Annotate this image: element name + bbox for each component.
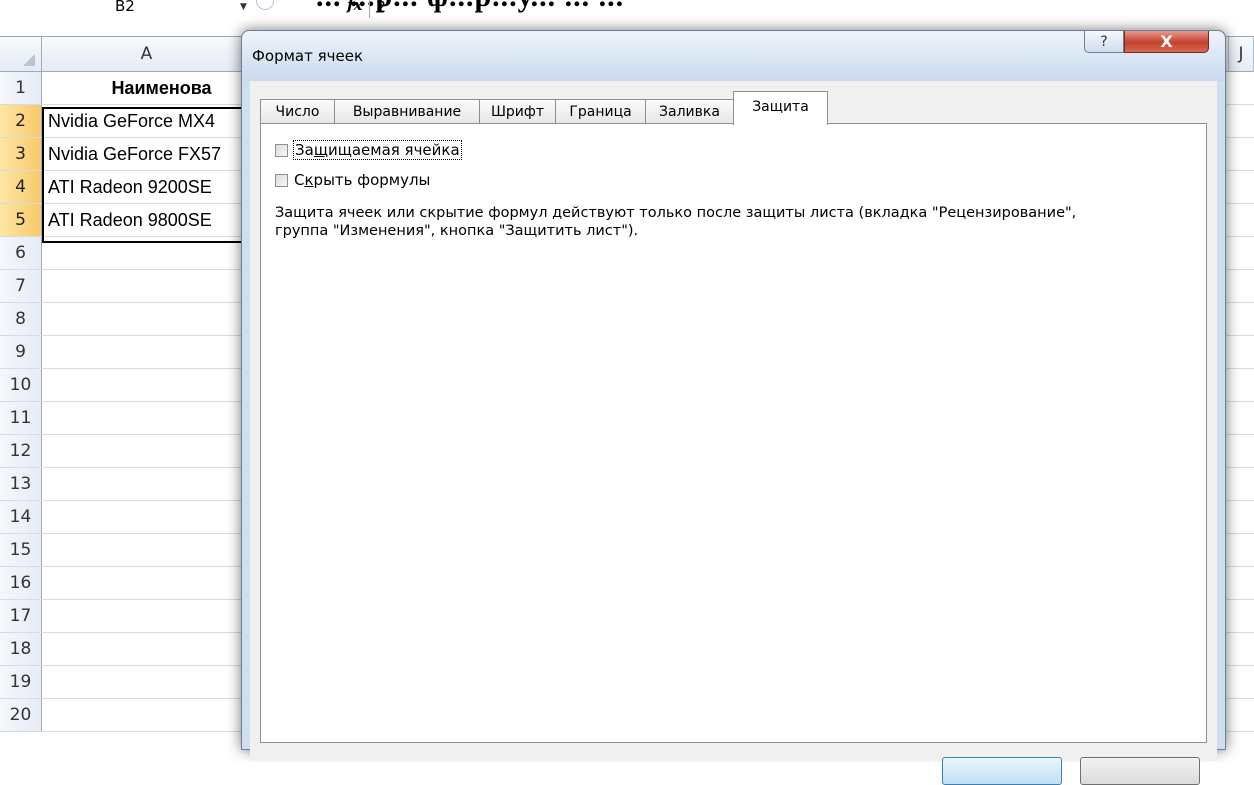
row-header[interactable]: 7 [0,270,42,302]
protected-cell-checkbox[interactable] [275,143,288,157]
row-header[interactable]: 16 [0,567,42,599]
tab-number[interactable]: Число [260,99,335,124]
cell-a[interactable] [42,600,242,632]
column-header-a[interactable]: A [42,37,252,72]
formula-bar-separator [369,0,370,18]
protected-cell-label-rest: ищаемая ячейка [327,141,460,159]
cell-a[interactable]: Nvidia GeForce MX4 [42,105,242,137]
row-header[interactable]: 5 [0,204,42,236]
row-header[interactable]: 20 [0,699,42,731]
formula-bar-expand-icon[interactable] [256,0,274,10]
tab-protection[interactable]: Защита [733,91,828,125]
protection-info-text: Защита ячеек или скрытие формул действую… [275,204,1175,240]
row-header[interactable]: 1 [0,72,42,104]
tab-font[interactable]: Шрифт [479,99,556,124]
hide-formulas-checkbox[interactable] [275,173,288,187]
row-header[interactable]: 11 [0,402,42,434]
cell-a[interactable] [42,237,242,269]
tab-border[interactable]: Граница [555,99,646,124]
hide-formulas-mnemonic: к [304,171,314,189]
cell-a[interactable] [42,699,242,731]
row-header[interactable]: 4 [0,171,42,203]
hide-formulas-label-text: С [294,171,305,189]
select-all-icon [23,54,35,66]
protected-cell-label[interactable]: Защищаемая ячейка [293,140,462,160]
row-header[interactable]: 13 [0,468,42,500]
protection-panel: Защищаемая ячейка Скрыть формулы Защита … [260,123,1207,743]
protected-cell-option[interactable]: Защищаемая ячейка [275,140,462,160]
close-button[interactable]: X [1124,31,1209,53]
cell-a[interactable] [42,534,242,566]
cell-a[interactable] [42,270,242,302]
row-header[interactable]: 8 [0,303,42,335]
row-header[interactable]: 10 [0,369,42,401]
row-header[interactable]: 14 [0,501,42,533]
protected-cell-label-text: За [295,141,314,159]
row-header[interactable]: 18 [0,633,42,665]
cell-a[interactable] [42,303,242,335]
formula-input[interactable]: 2 [376,0,386,16]
format-cells-dialog: Формат ячеек ? X Число Выравнивание Шриф… [241,30,1226,785]
protected-cell-mnemonic: щ [313,141,328,159]
protection-info-line-2: группа "Изменения", кнопка "Защитить лис… [275,223,639,239]
name-box[interactable]: B2 [115,0,135,15]
cell-a[interactable] [42,402,242,434]
tab-alignment[interactable]: Выравнивание [334,99,480,124]
cancel-button[interactable] [1080,757,1200,785]
row-header[interactable]: 12 [0,435,42,467]
cell-a[interactable] [42,435,242,467]
select-all-button[interactable] [0,37,42,72]
cell-a[interactable] [42,336,242,368]
row-header[interactable]: 19 [0,666,42,698]
cell-a[interactable] [42,666,242,698]
row-header[interactable]: 9 [0,336,42,368]
hide-formulas-label[interactable]: Скрыть формулы [294,171,430,189]
cell-a[interactable] [42,567,242,599]
cell-a[interactable]: ATI Radeon 9200SE [42,171,242,203]
row-header[interactable]: 15 [0,534,42,566]
protection-info-line-1: Защита ячеек или скрытие формул действую… [275,205,1077,221]
row-header[interactable]: 17 [0,600,42,632]
column-header-j[interactable]: J [1228,37,1254,72]
row-header[interactable]: 2 [0,105,42,137]
dialog-titlebar[interactable]: Формат ячеек ? X [242,31,1225,81]
dialog-body: Число Выравнивание Шрифт Граница Заливка… [250,81,1217,785]
insert-function-icon[interactable]: fx [347,0,362,14]
close-icon: X [1160,32,1173,51]
dialog-title: Формат ячеек [252,47,364,65]
help-icon: ? [1100,34,1108,50]
help-button[interactable]: ? [1084,31,1124,53]
tab-fill[interactable]: Заливка [645,99,734,124]
cell-a[interactable] [42,633,242,665]
name-box-dropdown-icon[interactable]: ▼ [240,2,247,12]
row-header[interactable]: 3 [0,138,42,170]
cell-a[interactable] [42,468,242,500]
cell-a[interactable]: Nvidia GeForce FX57 [42,138,242,170]
cell-a[interactable] [42,369,242,401]
hide-formulas-option[interactable]: Скрыть формулы [275,170,430,190]
row-header[interactable]: 6 [0,237,42,269]
hide-formulas-label-rest: рыть формулы [313,171,431,189]
cell-a[interactable]: ATI Radeon 9800SE [42,204,242,236]
cell-a[interactable] [42,501,242,533]
cell-a[interactable]: Наименова [42,72,242,104]
ok-button[interactable] [942,757,1062,785]
